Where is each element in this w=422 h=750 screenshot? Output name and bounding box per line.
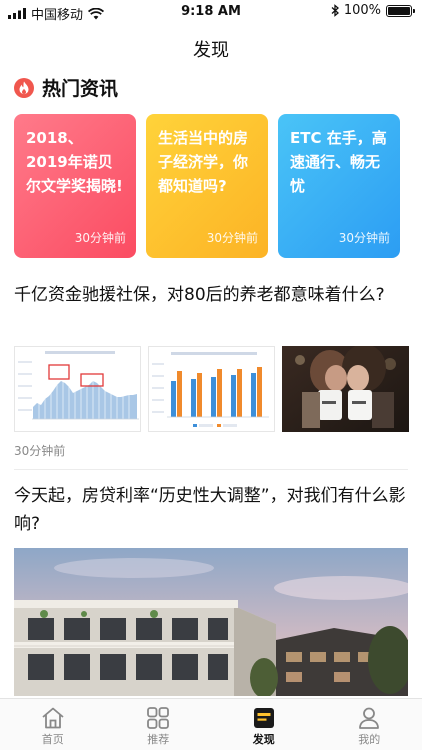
home-icon — [40, 705, 66, 731]
hot-news-card[interactable]: 生活当中的房子经济学，你都知道吗? 30分钟前 — [146, 114, 268, 258]
tab-label: 推荐 — [147, 733, 170, 746]
card-text: 生活当中的房子经济学，你都知道吗? — [158, 129, 249, 195]
page-title: 发现 — [193, 40, 229, 61]
battery-fill — [388, 6, 410, 15]
tab-recommend[interactable]: 推荐 — [106, 699, 212, 750]
fire-icon — [14, 77, 34, 98]
tab-mine[interactable]: 我的 — [317, 699, 422, 750]
hot-news-card[interactable]: 2018、2019年诺贝尔文学奖揭晓! 30分钟前 — [14, 114, 136, 258]
card-time: 30分钟前 — [206, 231, 258, 245]
grid-icon — [146, 705, 170, 731]
tab-home[interactable]: 首页 — [0, 699, 106, 750]
status-bar: 中国移动 9:18 AM 100% — [0, 0, 422, 24]
couple-mugs-photo — [282, 346, 409, 432]
card-time: 30分钟前 — [338, 231, 390, 245]
hot-news-cards: 2018、2019年诺贝尔文学奖揭晓! 30分钟前 生活当中的房子经济学，你都知… — [14, 114, 400, 258]
article-title[interactable]: 千亿资金驰援社保，对80后的养老都意味着什么? — [14, 281, 408, 309]
card-text: ETC 在手，高速通行、畅无忧 — [290, 129, 387, 195]
card-text: 2018、2019年诺贝尔文学奖揭晓! — [26, 129, 123, 195]
battery-icon — [386, 4, 415, 17]
tab-label: 发现 — [252, 733, 275, 746]
user-icon — [357, 705, 381, 731]
tab-discover[interactable]: 发现 — [211, 699, 317, 750]
bar-chart-image — [148, 346, 275, 432]
card-time: 30分钟前 — [74, 231, 126, 245]
status-right: 100% — [331, 3, 415, 18]
bluetooth-icon — [331, 4, 339, 17]
hot-news-header: 热门资讯 — [14, 74, 118, 101]
building-photo[interactable] — [14, 548, 408, 696]
article-time: 30分钟前 — [14, 444, 66, 458]
tab-bar: 首页 推荐 发现 我的 — [0, 698, 422, 750]
battery-percent: 100% — [343, 3, 381, 18]
section-title: 热门资讯 — [42, 78, 119, 100]
divider — [14, 469, 408, 470]
discover-icon — [252, 705, 276, 731]
population-chart-image — [14, 346, 141, 432]
article-thumbnails[interactable] — [14, 346, 409, 432]
tab-label: 首页 — [41, 733, 64, 746]
tab-label: 我的 — [358, 733, 381, 746]
hot-news-card[interactable]: ETC 在手，高速通行、畅无忧 30分钟前 — [278, 114, 400, 258]
article-title[interactable]: 今天起，房贷利率“历史性大调整”，对我们有什么影响? — [14, 482, 408, 538]
